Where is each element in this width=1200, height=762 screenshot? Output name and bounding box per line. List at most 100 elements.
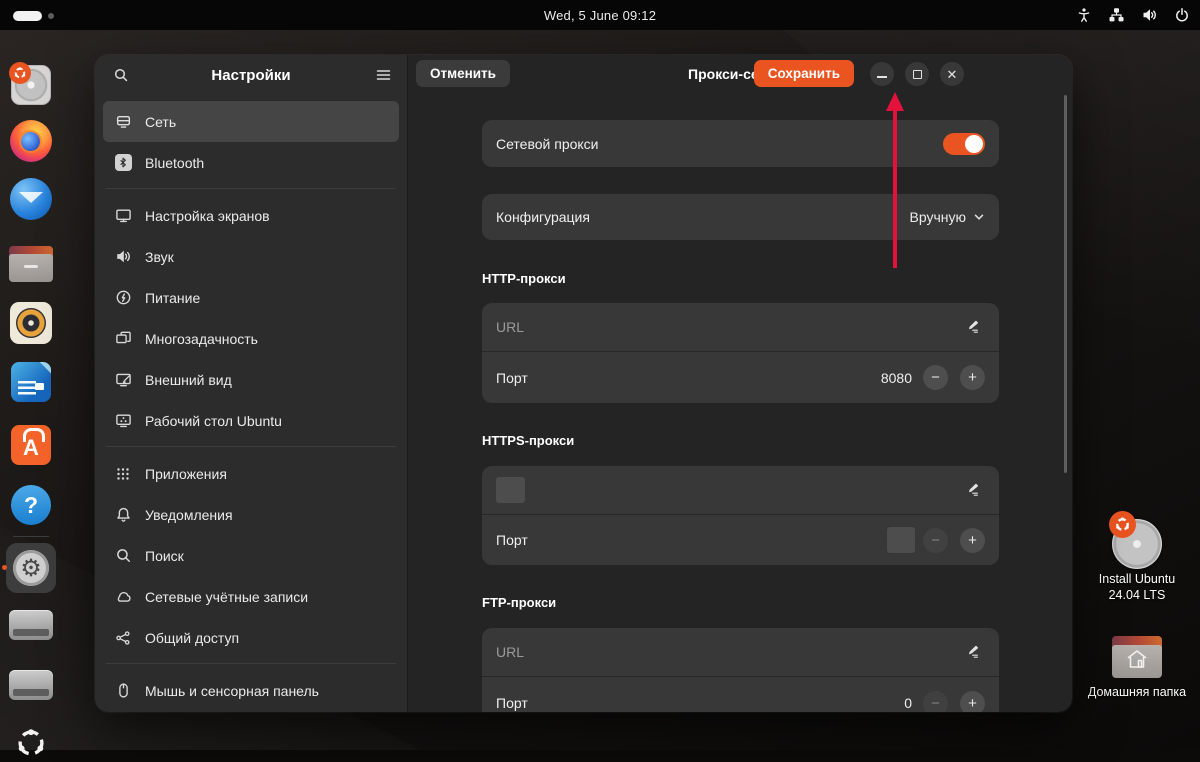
ftp-port-value[interactable]: 0 [904, 695, 912, 711]
ftp-proxy-card: URL Порт 0 − + [482, 628, 999, 712]
sound-icon [114, 248, 132, 266]
maximize-icon [913, 70, 922, 79]
sidebar-item-mouse[interactable]: Мышь и сенсорная панель [103, 670, 399, 711]
top-bar: Wed, 5 June 09:12 [0, 0, 1200, 30]
network-proxy-label: Сетевой прокси [496, 136, 599, 152]
volume-icon[interactable] [1141, 7, 1158, 23]
network-proxy-card: Сетевой прокси [482, 120, 999, 167]
sidebar-item-sharing[interactable]: Общий доступ [103, 617, 399, 658]
sidebar-item-label: Питание [145, 290, 200, 306]
dock-libreoffice[interactable] [11, 362, 51, 402]
apps-grid-icon [114, 465, 132, 483]
https-port-decrement-button[interactable]: − [923, 528, 948, 553]
ftp-port-increment-button[interactable]: + [960, 691, 985, 713]
power-icon[interactable] [1174, 7, 1190, 23]
sidebar-item-power[interactable]: Питание [103, 277, 399, 318]
sidebar-item-label: Поиск [145, 548, 184, 564]
dock-firefox[interactable] [10, 120, 52, 162]
sidebar-item-label: Настройка экранов [145, 208, 270, 224]
ftp-section-heading: FTP-прокси [482, 595, 556, 610]
minimize-button[interactable] [870, 62, 894, 86]
ftp-url-field[interactable]: URL [482, 628, 999, 676]
hamburger-menu-icon [376, 69, 391, 81]
http-proxy-card: URL Порт 8080 − + [482, 303, 999, 403]
displays-icon [114, 207, 132, 225]
scrollbar-thumb[interactable] [1064, 95, 1067, 473]
http-section-heading: HTTP-прокси [482, 271, 566, 286]
dock-rhythmbox[interactable] [10, 302, 52, 344]
sidebar-item-notifications[interactable]: Уведомления [103, 494, 399, 535]
https-url-field[interactable] [482, 466, 999, 514]
ubuntu-logo-icon [14, 726, 48, 760]
sidebar-item-label: Уведомления [145, 507, 233, 523]
minimize-icon [877, 76, 887, 78]
https-section-heading: HTTPS-прокси [482, 433, 574, 448]
http-url-field[interactable]: URL [482, 303, 999, 351]
ftp-port-row: Порт 0 − + [482, 677, 999, 712]
search-icon [114, 547, 132, 565]
desktop-icon-install-ubuntu[interactable]: Install Ubuntu 24.04 LTS [1077, 513, 1197, 604]
power-icon [114, 289, 132, 307]
sidebar-item-search[interactable]: Поиск [103, 535, 399, 576]
dock-disk-drive-2[interactable] [9, 670, 53, 700]
save-button[interactable]: Сохранить [754, 60, 854, 87]
edit-button[interactable] [959, 314, 985, 340]
accessibility-icon[interactable] [1076, 7, 1092, 23]
dock-thunderbird[interactable] [10, 178, 52, 220]
http-port-decrement-button[interactable]: − [923, 365, 948, 390]
multitasking-icon [114, 330, 132, 348]
cloud-icon [114, 588, 132, 606]
appearance-icon [114, 371, 132, 389]
main-menu-button[interactable] [369, 61, 397, 89]
ftp-port-decrement-button[interactable]: − [923, 691, 948, 713]
sidebar-item-ubuntu-desktop[interactable]: Рабочий стол Ubuntu [103, 400, 399, 441]
sidebar-item-displays[interactable]: Настройка экранов [103, 195, 399, 236]
configuration-label: Конфигурация [496, 209, 590, 225]
header-bar: Прокси-сервер Отменить Сохранить ✕ [408, 55, 1072, 93]
http-port-increment-button[interactable]: + [960, 365, 985, 390]
sidebar-item-online-accounts[interactable]: Сетевые учётные записи [103, 576, 399, 617]
sidebar-item-label: Мышь и сенсорная панель [145, 683, 319, 699]
dock-app-center[interactable]: A [11, 425, 51, 465]
https-port-selection [887, 527, 915, 553]
edit-button[interactable] [959, 639, 985, 665]
dock-divider [13, 536, 49, 537]
edit-pencil-icon [964, 644, 980, 660]
dock-settings-active[interactable]: ⚙ [6, 543, 56, 593]
sidebar-item-label: Рабочий стол Ubuntu [145, 413, 282, 429]
dock-files[interactable] [9, 246, 53, 282]
sidebar-item-apps[interactable]: Приложения [103, 453, 399, 494]
speaker-icon [16, 308, 46, 338]
dock-help[interactable]: ? [11, 485, 51, 525]
edit-button[interactable] [959, 477, 985, 503]
system-tray[interactable] [1076, 0, 1190, 30]
clock[interactable]: Wed, 5 June 09:12 [0, 8, 1200, 23]
sidebar-item-appearance[interactable]: Внешний вид [103, 359, 399, 400]
configuration-dropdown[interactable]: Вручную [910, 209, 986, 225]
configuration-card[interactable]: Конфигурация Вручную [482, 194, 999, 240]
sidebar-item-multitasking[interactable]: Многозадачность [103, 318, 399, 359]
sidebar-divider [106, 446, 396, 447]
http-port-value[interactable]: 8080 [881, 370, 912, 386]
https-port-row: Порт − + [482, 515, 999, 565]
https-url-selection [496, 477, 525, 503]
settings-sidebar: Настройки Сеть Blueto [95, 55, 408, 712]
ubuntu-desktop-icon [114, 412, 132, 430]
dock-disk-drive-1[interactable] [9, 610, 53, 640]
desktop-icon-home-folder[interactable]: Домашняя папка [1077, 636, 1197, 700]
dock-show-apps[interactable] [12, 724, 50, 762]
maximize-button[interactable] [905, 62, 929, 86]
dock-install-ubuntu[interactable] [11, 65, 51, 105]
sidebar-item-network[interactable]: Сеть [103, 101, 399, 142]
sidebar-item-label: Сетевые учётные записи [145, 589, 308, 605]
desktop-icon-label: Домашняя папка [1077, 684, 1197, 700]
cancel-button[interactable]: Отменить [416, 60, 510, 87]
close-button[interactable]: ✕ [940, 62, 964, 86]
sidebar-item-sound[interactable]: Звук [103, 236, 399, 277]
sidebar-item-label: Bluetooth [145, 155, 204, 171]
https-port-increment-button[interactable]: + [960, 528, 985, 553]
sidebar-item-bluetooth[interactable]: Bluetooth [103, 142, 399, 183]
network-wired-icon[interactable] [1108, 7, 1125, 23]
network-proxy-toggle[interactable] [943, 133, 985, 155]
dock: A ? ⚙ [0, 30, 62, 750]
